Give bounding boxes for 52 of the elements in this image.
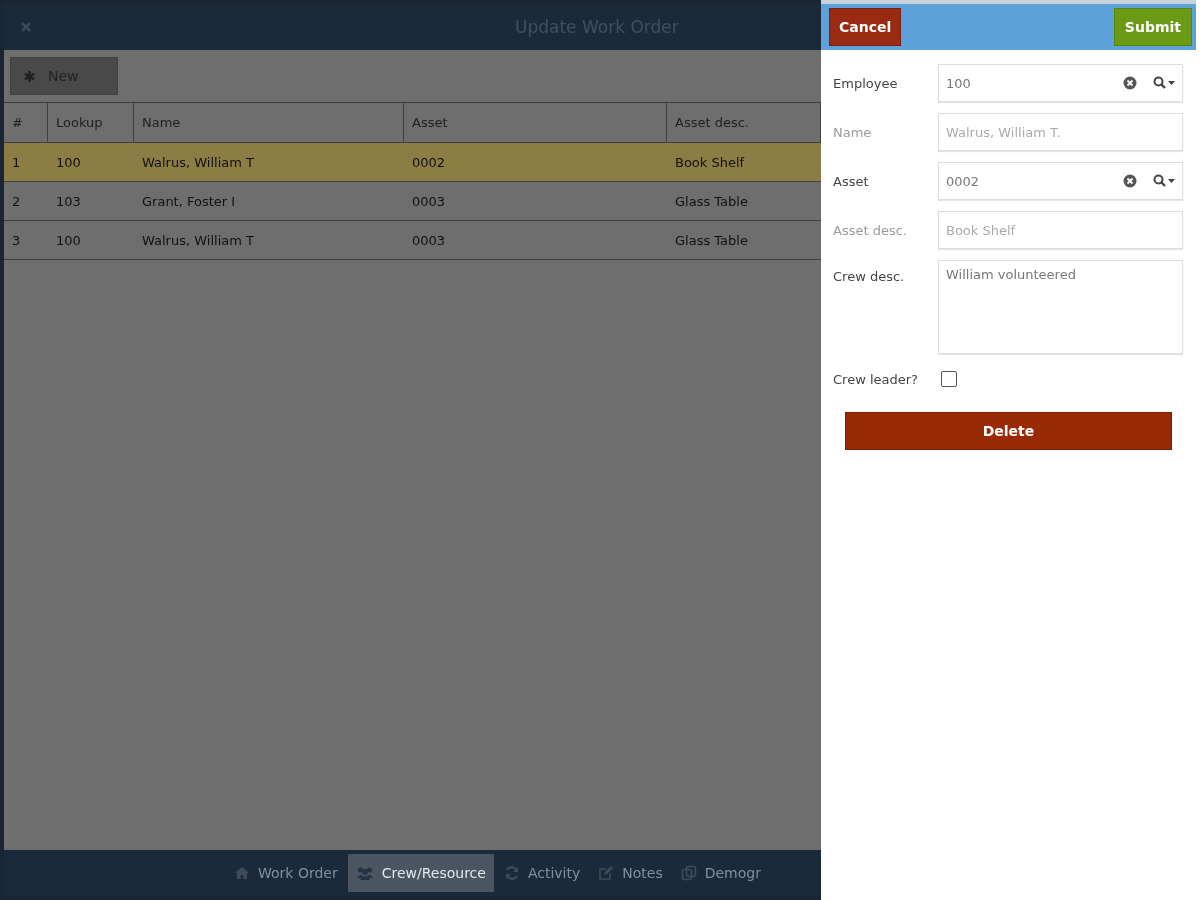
field-label: Asset: [833, 173, 870, 189]
table-cell-text: 1: [11, 153, 22, 172]
column-header[interactable]: Lookup: [48, 103, 134, 142]
cancel-button[interactable]: Cancel: [829, 8, 902, 46]
input-field: Book Shelf: [938, 211, 1183, 249]
table-cell-text: 100: [55, 153, 82, 172]
table-cell-text: 103: [55, 192, 82, 211]
table-cell-text: Glass Table: [674, 231, 749, 250]
table-row[interactable]: 2 103 Grant, Foster I 0003 Glass Table: [4, 182, 821, 221]
tab[interactable]: Work Order: [226, 854, 346, 892]
table-cell-text: 3: [11, 231, 22, 250]
table-cell-text: Walrus, William T: [141, 231, 255, 250]
delete-button[interactable]: Delete: [845, 412, 1172, 450]
refresh-icon: [503, 865, 520, 881]
copy-icon: [680, 865, 697, 881]
tab[interactable]: Notes: [590, 854, 671, 892]
column-header[interactable]: Name: [134, 103, 404, 142]
search-icon[interactable]: [1151, 76, 1177, 90]
lookup-field[interactable]: 100: [938, 64, 1183, 102]
lookup-field[interactable]: 0002: [938, 162, 1183, 200]
table-cell-text: 100: [55, 231, 82, 250]
table-cell-text: Walrus, William T: [141, 153, 255, 172]
clear-icon[interactable]: [1123, 76, 1137, 90]
text-area[interactable]: William volunteered: [938, 260, 1183, 354]
field-label: Crew desc.: [833, 269, 906, 284]
input-field: Walrus, William T.: [938, 113, 1183, 151]
tab[interactable]: Demogr: [672, 854, 769, 892]
asterisk-icon: [23, 69, 36, 83]
table-cell-text: Grant, Foster I: [141, 192, 237, 211]
table-cell-text: 2: [11, 192, 22, 211]
checkbox[interactable]: [941, 371, 957, 387]
search-icon[interactable]: [1151, 174, 1177, 188]
submit-button[interactable]: Submit: [1113, 8, 1192, 46]
table-cell-text: 0002: [411, 153, 447, 172]
table-cell-text: Glass Table: [674, 192, 749, 211]
field-label: Asset desc.: [833, 222, 908, 238]
field-label: Employee: [833, 75, 899, 91]
house-icon: [234, 866, 250, 880]
table-row[interactable]: 1 100 Walrus, William T 0002 Book Shelf: [4, 143, 821, 182]
table-cell-text: 0003: [411, 231, 447, 250]
tab[interactable]: Activity: [495, 854, 589, 892]
people-icon: [355, 866, 374, 880]
column-header[interactable]: #: [4, 103, 48, 142]
field-label: Name: [833, 124, 873, 140]
edit-icon: [598, 865, 615, 881]
column-header[interactable]: Asset: [404, 103, 667, 142]
table-cell-text: 0003: [411, 192, 447, 211]
clear-icon[interactable]: [1123, 174, 1137, 188]
table-row[interactable]: 3 100 Walrus, William T 0003 Glass Table: [4, 221, 821, 260]
field-label: Crew leader?: [833, 371, 919, 387]
tab[interactable]: Crew/Resource: [347, 854, 494, 892]
table-cell-text: Book Shelf: [674, 153, 746, 172]
